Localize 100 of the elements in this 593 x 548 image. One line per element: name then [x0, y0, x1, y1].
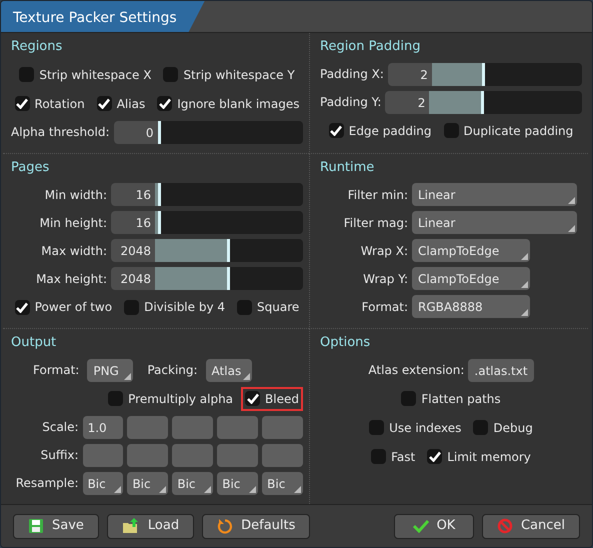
input-field[interactable]: [217, 444, 258, 467]
dropdown[interactable]: Bic: [82, 472, 124, 495]
field-label: Padding X:: [320, 66, 384, 83]
checkmark-icon: [246, 393, 259, 404]
section-heading: Region Padding: [320, 38, 422, 56]
section-heading: Runtime: [320, 158, 376, 177]
checkmark-icon: [412, 519, 429, 533]
checkbox[interactable]: Strip whitespace Y: [159, 62, 299, 86]
slider[interactable]: 2: [388, 62, 582, 86]
dropdown-corner-icon: [521, 253, 528, 260]
checkbox[interactable]: Power of two: [10, 295, 116, 320]
input-field[interactable]: [262, 416, 304, 439]
field-label: Packing:: [147, 362, 198, 380]
checkbox[interactable]: Square: [233, 295, 304, 320]
section-heading: Regions: [11, 38, 64, 56]
slider[interactable]: 2: [385, 90, 582, 114]
slider[interactable]: 2048: [111, 267, 303, 290]
slider[interactable]: 16: [111, 183, 303, 206]
section-heading: Output: [11, 334, 58, 352]
checkmark-icon: [16, 98, 28, 109]
checkbox[interactable]: Bleed: [241, 386, 303, 411]
dropdown-corner-icon: [521, 309, 528, 316]
field-label: Max height:: [35, 270, 107, 288]
slider[interactable]: 0: [114, 120, 303, 144]
checkbox[interactable]: Duplicate padding: [440, 118, 578, 142]
dropdown-corner-icon: [114, 486, 122, 493]
field-label: Max width:: [40, 242, 107, 260]
dropdown[interactable]: Bic: [262, 472, 304, 495]
dropdown[interactable]: Bic: [217, 472, 258, 495]
checkbox[interactable]: Ignore blank images: [153, 92, 304, 116]
field-label: Scale:: [41, 419, 79, 436]
field-label: Wrap X:: [360, 242, 408, 260]
checkbox[interactable]: Strip whitespace X: [15, 62, 156, 86]
checkmark-icon: [98, 98, 110, 109]
checkmark-icon: [330, 125, 342, 136]
field-label: Padding Y:: [320, 94, 382, 111]
footer-button[interactable]: Load: [106, 514, 194, 538]
prohibited-icon: [496, 518, 513, 534]
dropdown[interactable]: ClampToEdge: [412, 239, 530, 262]
dropdown[interactable]: Linear: [412, 211, 577, 234]
checkbox[interactable]: Edge padding: [324, 118, 436, 142]
field-label: Filter min:: [346, 186, 408, 204]
dropdown-corner-icon: [294, 486, 302, 493]
dropdown-corner-icon: [242, 372, 250, 380]
section-heading: Options: [320, 334, 372, 352]
dropdown-corner-icon: [521, 281, 528, 288]
dropdown[interactable]: RGBA8888: [412, 295, 530, 318]
field-label: Wrap Y:: [362, 270, 408, 288]
dropdown[interactable]: PNG: [87, 358, 134, 382]
input-field[interactable]: .atlas.txt: [468, 358, 534, 382]
checkmark-icon: [158, 98, 171, 109]
dropdown[interactable]: Atlas: [206, 358, 252, 382]
field-label: Min height:: [38, 214, 107, 232]
dropdown-corner-icon: [568, 225, 575, 232]
window-title: Texture Packer Settings: [1, 1, 205, 32]
field-label: Format:: [360, 298, 408, 316]
input-field[interactable]: [262, 444, 304, 467]
field-label: Filter mag:: [342, 214, 408, 232]
input-field[interactable]: [217, 416, 258, 439]
field-label: Min width:: [44, 186, 107, 204]
slider[interactable]: 2048: [111, 239, 303, 262]
dropdown[interactable]: Bic: [127, 472, 168, 495]
dropdown-corner-icon: [249, 486, 256, 493]
input-field[interactable]: [127, 416, 168, 439]
input-field[interactable]: [172, 444, 214, 467]
checkbox[interactable]: Fast: [367, 444, 420, 469]
field-label: Format:: [33, 362, 80, 380]
checkbox[interactable]: Rotation: [10, 92, 89, 116]
checkbox[interactable]: Debug: [469, 416, 537, 440]
field-label: Alpha threshold:: [11, 124, 110, 141]
checkbox[interactable]: Limit memory: [423, 444, 535, 469]
field-label: Suffix:: [40, 447, 79, 464]
footer-button[interactable]: OK: [394, 514, 474, 538]
dropdown-corner-icon: [159, 486, 166, 493]
section-heading: Pages: [11, 158, 50, 177]
circular-arrow-icon: [217, 518, 234, 534]
checkbox[interactable]: Use indexes: [365, 416, 466, 440]
dropdown-corner-icon: [204, 486, 212, 493]
checkbox[interactable]: Premultiply alpha: [104, 386, 238, 411]
footer-button[interactable]: Save: [13, 514, 99, 538]
dropdown[interactable]: Bic: [172, 472, 214, 495]
footer-button[interactable]: Cancel: [482, 514, 580, 538]
checkbox[interactable]: Alias: [92, 92, 150, 116]
footer-button[interactable]: Defaults: [202, 514, 310, 538]
slider[interactable]: 16: [111, 211, 303, 234]
input-field[interactable]: [172, 416, 214, 439]
checkmark-icon: [16, 302, 28, 313]
input-field[interactable]: [82, 444, 124, 467]
input-field[interactable]: [127, 444, 168, 467]
input-field[interactable]: 1.0: [82, 416, 124, 439]
checkmark-icon: [428, 451, 441, 462]
folder-arrow-icon: [122, 518, 140, 534]
field-label: Atlas extension:: [368, 362, 464, 380]
dropdown-corner-icon: [568, 197, 575, 204]
checkbox[interactable]: Divisible by 4: [120, 295, 230, 320]
field-label: Resample:: [14, 475, 79, 492]
dropdown-corner-icon: [124, 372, 132, 380]
dropdown[interactable]: Linear: [412, 183, 577, 206]
dropdown[interactable]: ClampToEdge: [412, 267, 530, 290]
checkbox[interactable]: Flatten paths: [397, 386, 505, 411]
